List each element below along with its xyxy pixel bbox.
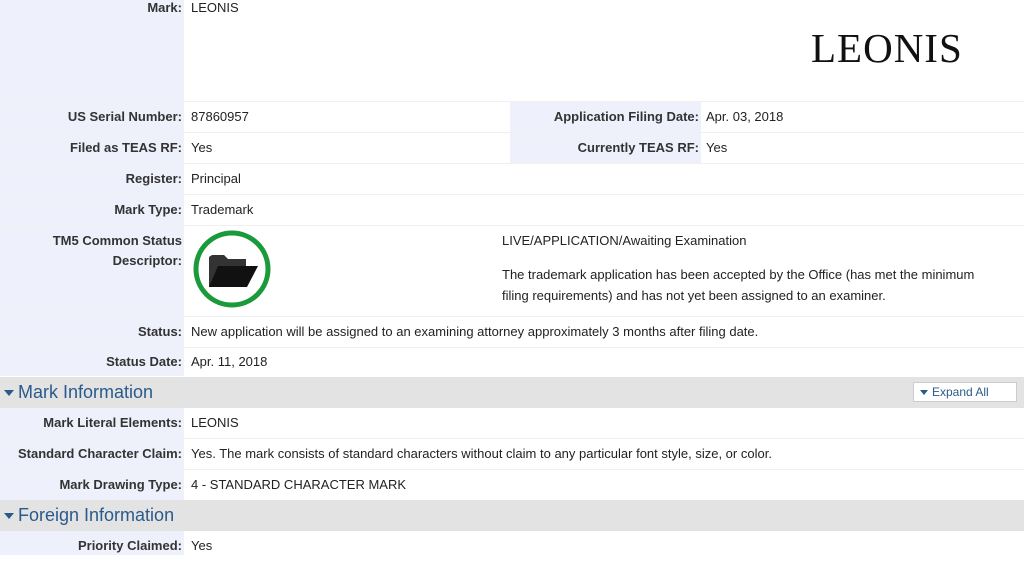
standard-character-label: Standard Character Claim: — [0, 439, 184, 469]
tm5-description-line1: The trademark application has been accep… — [502, 267, 975, 282]
expand-triangle-icon — [920, 390, 928, 396]
register-value: Principal — [191, 171, 241, 186]
status-date-value: Apr. 11, 2018 — [191, 354, 268, 369]
priority-claimed-value: Yes — [191, 538, 213, 553]
mark-information-title: Mark Information — [18, 382, 154, 402]
current-teas-rf-label: Currently TEAS RF: — [510, 133, 701, 163]
status-value: New application will be assigned to an e… — [191, 324, 759, 339]
mark-label-cell: Mark: — [0, 0, 184, 101]
expand-all-button[interactable]: Expand All — [913, 382, 1017, 402]
mark-type-value: Trademark — [191, 202, 254, 217]
current-teas-rf-value: Yes — [706, 140, 728, 155]
filing-date-value: Apr. 03, 2018 — [706, 109, 784, 124]
register-label: Register: — [0, 164, 184, 194]
teas-rf-label: Filed as TEAS RF: — [0, 133, 184, 163]
tm5-status-title: LIVE/APPLICATION/Awaiting Examination — [502, 233, 747, 248]
mark-literal-label: Mark Literal Elements: — [0, 408, 184, 438]
tm5-label-cell: TM5 Common Status Descriptor: — [0, 226, 184, 316]
mark-drawing-value: 4 - STANDARD CHARACTER MARK — [191, 477, 407, 492]
serial-label: US Serial Number: — [0, 102, 184, 132]
folder-icon — [193, 230, 271, 308]
mark-literal-value: LEONIS — [191, 415, 239, 430]
mark-drawing-label: Mark Drawing Type: — [0, 470, 184, 500]
teas-rf-value: Yes — [191, 140, 213, 155]
tm5-label-line2: Descriptor: — [112, 253, 182, 268]
expand-all-label: Expand All — [932, 385, 989, 399]
mark-value: LEONIS — [191, 0, 239, 15]
priority-claimed-label: Priority Claimed: — [0, 531, 184, 555]
foreign-information-title: Foreign Information — [18, 505, 175, 525]
serial-value: 87860957 — [191, 109, 249, 124]
mark-logo-image: LEONIS — [811, 25, 963, 71]
collapse-triangle-icon[interactable] — [4, 513, 14, 519]
standard-character-value: Yes. The mark consists of standard chara… — [191, 446, 772, 461]
status-folder-badge — [192, 229, 272, 309]
status-label: Status: — [0, 317, 184, 347]
mark-type-label: Mark Type: — [0, 195, 184, 225]
tm5-label-line1: TM5 Common Status — [52, 233, 182, 248]
tm5-description-line2: filing requirements) and has not yet bee… — [502, 288, 886, 303]
filing-date-label: Application Filing Date: — [510, 102, 701, 132]
status-date-label: Status Date: — [0, 348, 184, 376]
foreign-information-header[interactable]: Foreign Information — [0, 500, 1024, 531]
collapse-triangle-icon[interactable] — [4, 390, 14, 396]
mark-information-header[interactable]: Mark Information Expand All — [0, 377, 1024, 408]
mark-label: Mark: — [147, 0, 182, 15]
